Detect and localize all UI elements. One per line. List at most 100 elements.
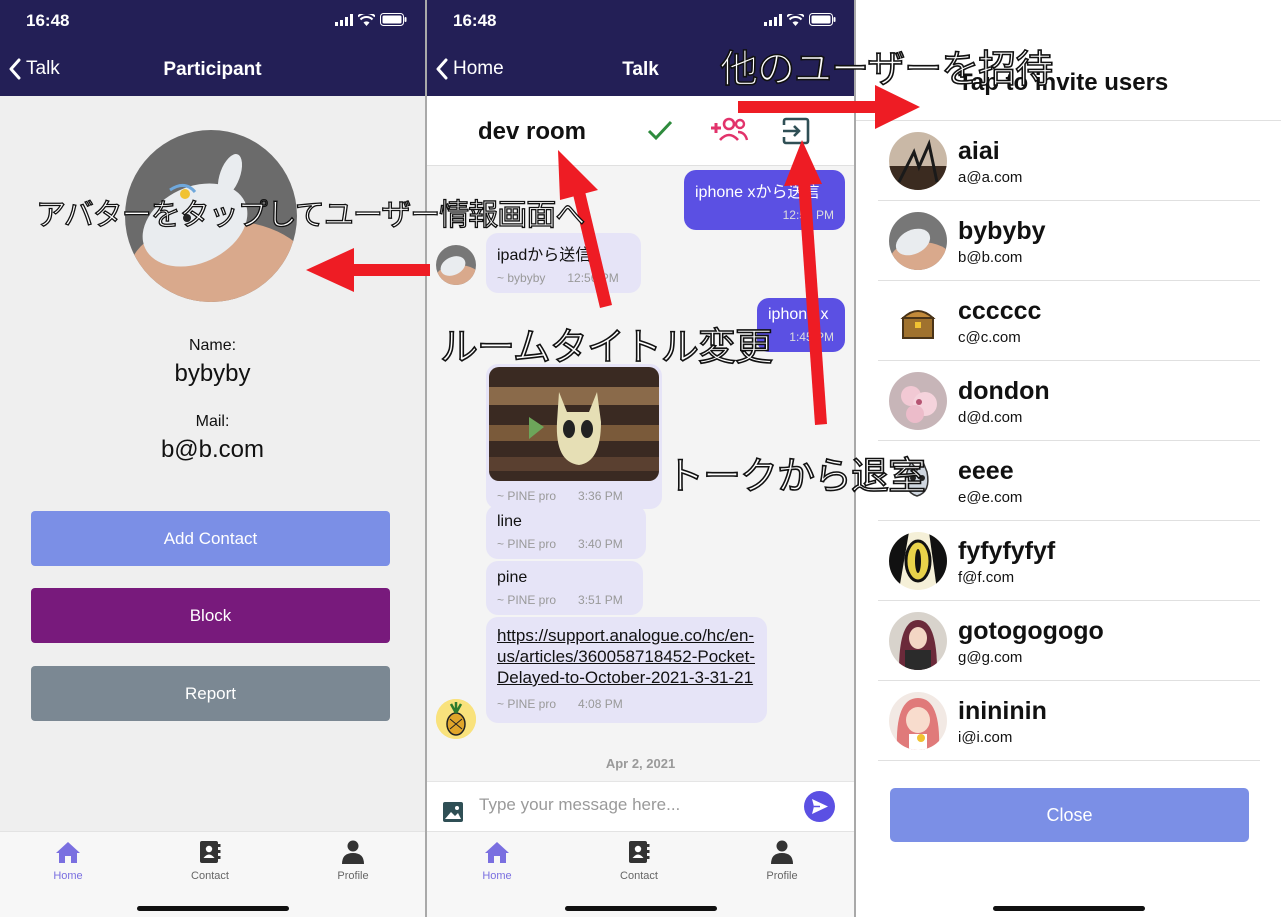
message-sender: ~ PINE pro (497, 489, 557, 503)
user-email: f@f.com (958, 569, 1015, 586)
user-row[interactable]: dondon d@d.com (878, 361, 1260, 441)
avatar (889, 612, 947, 670)
room-header: dev room (427, 96, 854, 166)
nav-bar: 16:48 Talk Participant (0, 0, 425, 96)
signal-icon (764, 13, 782, 26)
home-indicator (564, 906, 717, 911)
participant-screen: 16:48 Talk Participant Name: bybyby Mail… (0, 0, 425, 917)
message-sender: ~ PINE pro (497, 697, 557, 711)
wifi-icon (358, 13, 375, 26)
message-time: 12:56 PM (567, 271, 619, 285)
avatar (889, 692, 947, 750)
annotation-room-title: ルームタイトル変更 (439, 324, 773, 370)
tab-label: Home (482, 870, 512, 882)
message-time: 3:51 PM (578, 593, 623, 607)
add-user-icon[interactable] (709, 116, 749, 144)
message-link[interactable]: https://support.analogue.co/hc/en-us/art… (497, 625, 756, 688)
message-meta: ~ PINE pro 3:36 PM (489, 487, 659, 506)
home-icon (56, 842, 80, 863)
user-row[interactable]: aiai a@a.com (878, 121, 1260, 201)
tab-contact[interactable]: Contact (594, 840, 684, 882)
user-name: cccccc (958, 297, 1042, 325)
message-sender: ~ PINE pro (497, 593, 557, 607)
image-picker-icon[interactable] (442, 801, 464, 823)
user-email: e@e.com (958, 489, 1023, 506)
message-meta: ~ PINE pro 3:51 PM (497, 593, 632, 607)
close-button[interactable]: Close (890, 788, 1249, 842)
tab-home[interactable]: Home (23, 840, 113, 882)
check-icon[interactable] (646, 118, 674, 142)
message-bubble: ~ PINE pro 3:36 PM (486, 364, 662, 509)
avatar (889, 532, 947, 590)
message-time: 12:55 PM (782, 208, 834, 222)
message-text: iphone xから送信 (695, 184, 820, 201)
home-indicator (136, 906, 289, 911)
user-row[interactable]: cccccc c@c.com (878, 281, 1260, 361)
user-name: dondon (958, 377, 1050, 405)
message-input[interactable] (479, 792, 799, 818)
message-sender: ~ bybyby (497, 271, 546, 285)
status-time: 16:48 (453, 11, 497, 30)
user-email: c@c.com (958, 329, 1021, 346)
sender-avatar[interactable] (436, 245, 476, 285)
sender-avatar[interactable] (436, 699, 476, 739)
tab-home[interactable]: Home (452, 840, 542, 882)
user-row[interactable]: bybyby b@b.com (878, 201, 1260, 281)
add-contact-button[interactable]: Add Contact (31, 511, 390, 566)
tab-bar: Home Contact Profile (0, 831, 425, 917)
room-title[interactable]: dev room (478, 118, 586, 146)
tab-label: Profile (766, 870, 798, 882)
message-bubble: iphone xから送信 12:55 PM (684, 170, 845, 230)
message-text: pine (497, 569, 528, 586)
user-name: aiai (958, 137, 1000, 165)
avatar-photo (436, 245, 476, 285)
message-time: 4:08 PM (578, 697, 623, 711)
avatar (889, 372, 947, 430)
tab-contact[interactable]: Contact (165, 840, 255, 882)
tab-profile[interactable]: Profile (308, 840, 398, 882)
message-bubble: https://support.analogue.co/hc/en-us/art… (486, 617, 767, 723)
message-meta: ~ PINE pro 4:08 PM (497, 694, 756, 715)
tab-label: Contact (620, 870, 658, 882)
home-icon (485, 842, 509, 863)
wifi-icon (787, 13, 804, 26)
user-email: b@b.com (958, 249, 1023, 266)
message-text: ipadから送信 (497, 247, 592, 264)
status-icons (764, 13, 836, 26)
user-row[interactable]: inininin i@i.com (878, 681, 1260, 761)
message-time: 3:36 PM (578, 489, 623, 503)
image-attachment[interactable] (489, 367, 659, 481)
user-row[interactable]: fyfyfyfyf f@f.com (878, 521, 1260, 601)
status-icons (335, 13, 407, 26)
message-bubble: line ~ PINE pro 3:40 PM (486, 505, 646, 559)
user-name: gotogogogo (958, 617, 1104, 645)
page-title: Participant (163, 59, 262, 80)
user-name: inininin (958, 697, 1047, 725)
home-indicator (992, 906, 1145, 911)
tab-profile[interactable]: Profile (737, 840, 827, 882)
user-name: eeee (958, 457, 1014, 485)
block-button[interactable]: Block (31, 588, 390, 643)
avatar (889, 132, 947, 190)
tab-label: Profile (337, 870, 369, 882)
send-icon[interactable] (804, 791, 835, 822)
contact-book-icon (629, 841, 650, 863)
pineapple-icon (436, 699, 476, 739)
person-icon (342, 840, 364, 864)
date-separator: Apr 2, 2021 (605, 756, 676, 771)
leave-room-icon[interactable] (781, 116, 811, 146)
tab-label: Home (53, 870, 83, 882)
annotation-avatar-tap: アバターをタップしてユーザー情報画面へ (35, 197, 586, 233)
contact-book-icon (200, 841, 221, 863)
user-row[interactable]: gotogogogo g@g.com (878, 601, 1260, 681)
message-text: iphone x (768, 306, 829, 323)
annotation-leave-talk: トークから退室 (665, 453, 927, 499)
message-time: 3:40 PM (578, 537, 623, 551)
message-meta: ~ bybyby 12:56 PM (497, 271, 630, 285)
user-row[interactable]: eeee e@e.com (878, 441, 1260, 521)
report-button[interactable]: Report (31, 666, 390, 721)
message-bubble: ipadから送信 ~ bybyby 12:56 PM (486, 233, 641, 293)
message-time: 1:45 PM (789, 330, 834, 344)
battery-icon (809, 13, 836, 26)
tab-bar: Home Contact Profile (427, 831, 854, 917)
